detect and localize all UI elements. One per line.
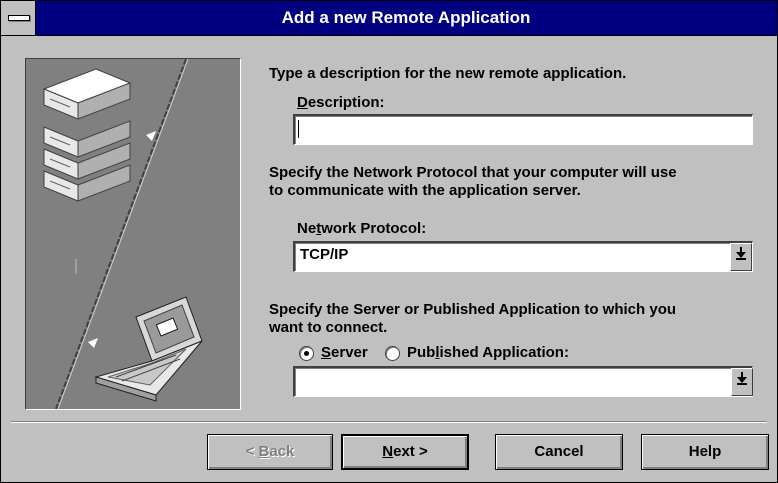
network-protocol-dropdown-button[interactable] — [730, 243, 752, 271]
description-input[interactable] — [293, 114, 753, 145]
server-prompt-line2: want to connect. — [269, 319, 388, 336]
system-menu-button[interactable] — [1, 1, 36, 35]
dialog-title: Add a new Remote Application — [281, 8, 531, 27]
network-protocol-select[interactable]: TCP/IP — [293, 241, 753, 272]
signal-arrow-icon — [146, 131, 156, 141]
laptop-icon — [94, 296, 203, 402]
network-protocol-label: Network Protocol: — [297, 220, 427, 237]
cancel-button[interactable]: Cancel — [495, 434, 623, 470]
network-protocol-value: TCP/IP — [300, 246, 349, 263]
published-application-radio[interactable] — [385, 346, 400, 361]
back-button[interactable]: < Back — [207, 434, 333, 470]
server-dropdown-button[interactable] — [731, 368, 753, 396]
illustration-panel — [25, 58, 241, 410]
title-bar[interactable]: Add a new Remote Application — [1, 1, 777, 36]
protocol-prompt-line2: to communicate with the application serv… — [269, 182, 581, 199]
signal-arrow-icon — [88, 338, 98, 348]
description-prompt: Type a description for the new remote ap… — [269, 65, 627, 82]
protocol-prompt-line1: Specify the Network Protocol that your c… — [269, 164, 677, 181]
server-radio[interactable] — [299, 346, 314, 361]
network-illustration — [42, 58, 203, 410]
text-caret — [298, 120, 299, 138]
server-radio-label[interactable]: Server — [321, 344, 368, 362]
dialog-window: Add a new Remote Application Type a desc… — [0, 0, 778, 483]
description-label: Description: — [297, 94, 385, 111]
system-menu-icon — [8, 15, 30, 21]
help-button[interactable]: Help — [641, 434, 769, 470]
server-prompt-line1: Specify the Server or Published Applicat… — [269, 301, 677, 318]
server-combo-input[interactable] — [293, 366, 753, 397]
next-button[interactable]: Next > — [341, 434, 469, 470]
published-application-radio-label[interactable]: Published Application: — [407, 344, 569, 362]
server-stack-icon — [42, 68, 132, 202]
